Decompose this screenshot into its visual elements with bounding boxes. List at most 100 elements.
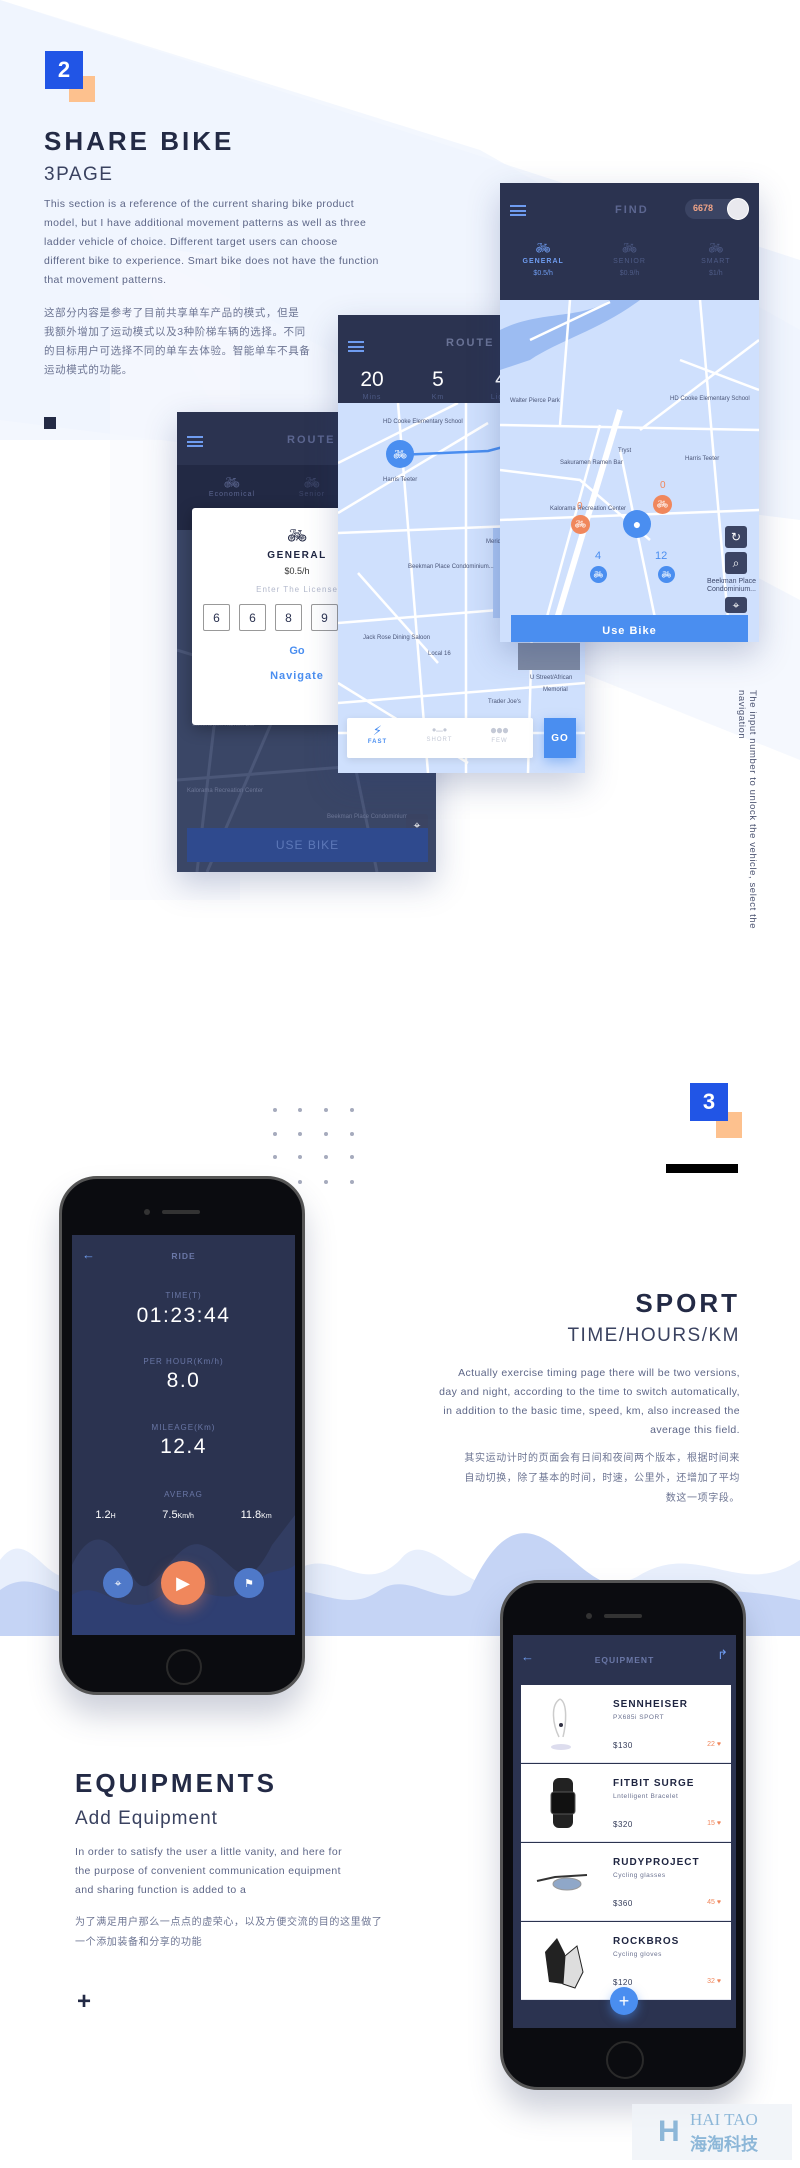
phone-ride: ← RIDE TIME(T) 01:23:44 PER HOUR(Km/h) 8… bbox=[59, 1176, 305, 1695]
bike-icon: 🚲︎ bbox=[535, 241, 551, 255]
bike-pin-icon[interactable]: 🚲︎ bbox=[571, 515, 590, 534]
tab-price: $1/h bbox=[709, 270, 723, 277]
section-subtitle: Add Equipment bbox=[75, 1808, 218, 1829]
bike-pin-icon[interactable]: 🚲︎ bbox=[590, 566, 607, 583]
street-view-thumbnail bbox=[518, 643, 580, 670]
route-mode-bar: ⚡︎ FAST •–• SHORT ⦁⦁⦁ FEW bbox=[347, 718, 533, 758]
item-likes[interactable]: 32 ♥ bbox=[707, 1978, 721, 1985]
screen-title: EQUIPMENT bbox=[594, 1655, 655, 1665]
average-row: 1.2H 7.5Km/h 11.8Km bbox=[72, 1509, 295, 1521]
camera bbox=[144, 1209, 150, 1215]
item-likes[interactable]: 22 ♥ bbox=[707, 1741, 721, 1748]
equipment-screen: ← EQUIPMENT ↱ SENNHEISER PX685i SPORT $1… bbox=[513, 1635, 736, 2028]
screen-title: RIDE bbox=[171, 1251, 196, 1261]
fitness-band-image bbox=[550, 1778, 576, 1828]
equipment-card[interactable]: SENNHEISER PX685i SPORT $130 22 ♥ bbox=[521, 1685, 731, 1763]
heart-icon: ♥ bbox=[716, 1899, 721, 1906]
map-label: Harris Teeter bbox=[685, 456, 719, 462]
item-likes[interactable]: 15 ♥ bbox=[707, 1820, 721, 1827]
text-line: Actually exercise timing page there will… bbox=[458, 1367, 740, 1379]
digit-input[interactable]: 6 bbox=[239, 604, 266, 631]
map-label: Kalorama Recreation Center bbox=[550, 506, 626, 512]
menu-icon[interactable] bbox=[187, 436, 203, 447]
duration-value: 20 bbox=[360, 368, 384, 391]
distance-value: 5 bbox=[432, 368, 444, 391]
speaker bbox=[604, 1614, 642, 1618]
distance-unit: Km bbox=[431, 394, 445, 401]
play-button[interactable]: ▶ bbox=[161, 1561, 205, 1605]
locate-button[interactable]: ⌖ bbox=[103, 1568, 133, 1598]
text-line: ladder vehicle of choice. Different targ… bbox=[44, 236, 338, 248]
avatar[interactable] bbox=[727, 198, 749, 220]
text-line: that movement patterns. bbox=[44, 274, 167, 286]
text-line: the purpose of convenient communication … bbox=[75, 1865, 341, 1877]
add-equipment-button[interactable]: + bbox=[610, 1987, 638, 2015]
menu-icon[interactable] bbox=[510, 205, 526, 216]
use-bike-button[interactable]: USE BIKE bbox=[187, 828, 428, 862]
lights-icon: ⦁⦁⦁ bbox=[490, 723, 509, 737]
bike-pin-icon[interactable]: 🚲︎ bbox=[658, 566, 675, 583]
tab-senior[interactable]: 🚲︎ SENIOR $0.9/h bbox=[586, 241, 672, 277]
pin-count: 0 bbox=[577, 501, 583, 512]
bike-icon: 🚲︎ bbox=[223, 475, 241, 490]
text-line: different bike to experience. Smart bike… bbox=[44, 255, 379, 267]
watermark-logo: H HAI TAO 海淘科技 bbox=[632, 2104, 792, 2160]
locate-icon[interactable]: ⌖ bbox=[725, 597, 747, 613]
tab-price: $0.9/h bbox=[619, 270, 640, 277]
mode-label: FAST bbox=[367, 739, 388, 745]
ride-screen: ← RIDE TIME(T) 01:23:44 PER HOUR(Km/h) 8… bbox=[72, 1235, 295, 1635]
equipment-card[interactable]: RUDYPROJECT Cycling glasses $360 45 ♥ bbox=[521, 1843, 731, 1921]
mode-short[interactable]: •–• SHORT bbox=[417, 723, 462, 743]
screen-title: ROUTE bbox=[287, 434, 336, 446]
map-label: Harris Teeter bbox=[383, 477, 417, 483]
text-line: and sharing function is added to a bbox=[75, 1884, 247, 1896]
digit-input[interactable]: 8 bbox=[275, 604, 302, 631]
go-button[interactable]: GO bbox=[544, 718, 576, 758]
points-badge[interactable]: 6678 bbox=[685, 198, 749, 220]
section-number-badge: 2 bbox=[45, 51, 83, 89]
pin-count: 12 bbox=[655, 550, 668, 562]
tab-smart[interactable]: 🚲︎ SMART $1/h bbox=[673, 241, 759, 277]
bike-pin-icon[interactable]: 🚲︎ bbox=[386, 440, 414, 468]
average-label: AVERAG bbox=[164, 1490, 203, 1499]
mode-fast[interactable]: ⚡︎ FAST bbox=[355, 723, 400, 745]
refresh-icon[interactable]: ↻ bbox=[725, 526, 747, 548]
lightning-icon: ⚡︎ bbox=[372, 723, 383, 738]
pin-count: 0 bbox=[660, 480, 666, 491]
time-label: TIME(T) bbox=[165, 1291, 202, 1300]
tab-label: GENERAL bbox=[522, 258, 564, 265]
route-icon: •–• bbox=[431, 723, 448, 737]
item-price: $130 bbox=[613, 1741, 633, 1750]
bike-pin-icon[interactable]: 🚲︎ bbox=[653, 495, 672, 514]
likes-count: 22 bbox=[707, 1741, 715, 1748]
bike-type-tabs: 🚲︎ GENERAL $0.5/h 🚲︎ SENIOR $0.9/h 🚲︎ SMART $1… bbox=[500, 241, 759, 277]
tab-senior[interactable]: 🚲︎ Senior bbox=[277, 475, 347, 498]
search-icon[interactable]: ⌕ bbox=[725, 552, 747, 574]
map-label: Memorial bbox=[543, 687, 568, 693]
digit-input[interactable]: 9 bbox=[311, 604, 338, 631]
watermark-cn: 海淘科技 bbox=[690, 2135, 758, 2154]
tab-general[interactable]: 🚲︎ GENERAL $0.5/h bbox=[500, 241, 586, 277]
logo-mark: H bbox=[658, 2115, 680, 2148]
ebike-icon: 🚲︎ bbox=[708, 241, 724, 255]
gloves-image bbox=[545, 1938, 584, 1989]
text-line: 运动模式的功能。 bbox=[44, 364, 133, 376]
avg-unit: H bbox=[110, 1513, 116, 1520]
tab-label: SENIOR bbox=[613, 258, 646, 265]
home-button bbox=[606, 2041, 644, 2079]
share-icon[interactable]: ↱ bbox=[717, 1647, 728, 1663]
text-line: 的目标用户可选择不同的单车去体验。智能单车不具备 bbox=[44, 345, 311, 357]
avg-value: 1.2 bbox=[95, 1509, 111, 1521]
section-title: SPORT bbox=[635, 1288, 740, 1318]
finish-button[interactable]: ⚑ bbox=[234, 1568, 264, 1598]
use-bike-button[interactable]: Use Bike bbox=[511, 615, 748, 642]
equipment-card[interactable]: FITBIT SURGE Lntelligent Bracelet $320 1… bbox=[521, 1764, 731, 1842]
bike-icon: 🚲︎ bbox=[303, 475, 321, 490]
menu-icon[interactable] bbox=[348, 341, 364, 352]
tab-label: Senior bbox=[298, 491, 326, 498]
digit-input[interactable]: 6 bbox=[203, 604, 230, 631]
mode-few[interactable]: ⦁⦁⦁ FEW bbox=[477, 723, 522, 744]
heart-icon: ♥ bbox=[716, 1741, 721, 1748]
tab-economical[interactable]: 🚲︎ Economical bbox=[197, 475, 267, 498]
item-likes[interactable]: 45 ♥ bbox=[707, 1899, 721, 1906]
